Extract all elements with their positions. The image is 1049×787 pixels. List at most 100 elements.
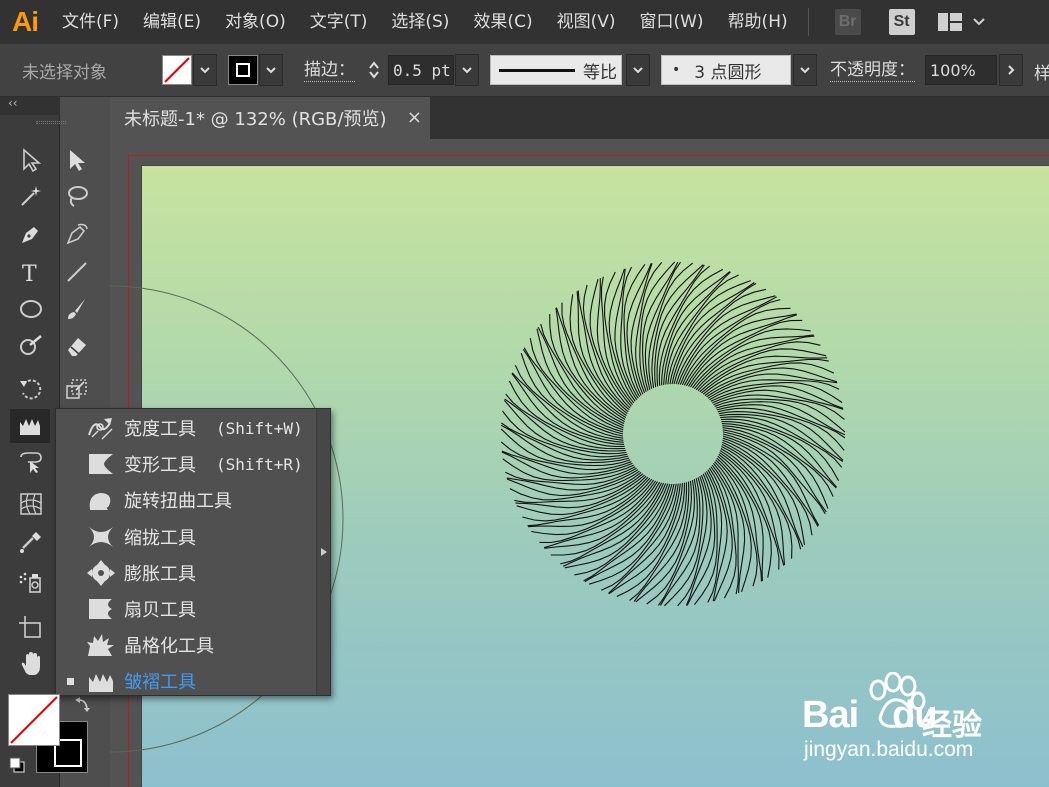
width-tool-icon (86, 414, 116, 442)
shaper-tool[interactable] (14, 329, 48, 363)
menu-item-4[interactable]: 选择(S) (379, 0, 461, 44)
flyout-item-twirl-tool[interactable]: 旋转扭曲工具 (56, 482, 318, 518)
line-segment-tool[interactable] (60, 255, 94, 289)
opacity-flyout-button[interactable] (999, 54, 1023, 86)
chevron-down-icon (972, 18, 985, 26)
collapse-icon[interactable]: ‹‹ (8, 96, 18, 110)
default-colors-icon[interactable] (8, 756, 26, 779)
width-profile-dropdown[interactable] (626, 54, 650, 86)
chevron-down-icon (633, 67, 643, 74)
flyout-item-crystallize-tool[interactable]: 晶格化工具 (56, 627, 318, 663)
stroke-label[interactable]: 描边： (304, 59, 355, 82)
pen-tool[interactable] (14, 217, 48, 251)
flyout-item-label: 膨胀工具 (124, 563, 196, 585)
document-tab-bar: 未标题-1* @ 132% (RGB/预览) × (110, 97, 1049, 139)
eyedropper-icon (20, 532, 41, 553)
mesh-icon (20, 493, 42, 515)
menu-bar: Ai 文件(F) 编辑(E) 对象(O) 文字(T) 选择(S) 效果(C) 视图(V) 窗口… (0, 0, 1049, 44)
flyout-item-width-tool[interactable]: 宽度工具 (Shift+W) (56, 410, 318, 446)
menu-item-2[interactable]: 对象(O) (213, 0, 298, 44)
flyout-item-scallop-tool[interactable]: 扇贝工具 (56, 591, 318, 627)
watermark-brand-prefix: Bai (802, 694, 859, 736)
magic-wand-tool[interactable] (14, 179, 48, 213)
toolbox-grip[interactable] (36, 121, 66, 124)
bridge-button[interactable]: Br (834, 9, 861, 35)
stock-button[interactable]: St (888, 9, 915, 35)
pucker-tool-icon (86, 523, 116, 551)
lasso-tool[interactable] (60, 179, 94, 213)
flyout-item-bloat-tool[interactable]: 膨胀工具 (56, 555, 318, 591)
brush-dot-icon: • (672, 62, 681, 78)
magic-wand-icon (21, 186, 41, 206)
ellipse-tool[interactable] (14, 292, 48, 326)
flyout-item-label: 旋转扭曲工具 (124, 491, 232, 513)
profile-label: 等比 (583, 62, 617, 83)
flyout-item-label: 变形工具 (124, 455, 196, 477)
flyout-tearoff-strip[interactable] (316, 409, 330, 695)
stroke-weight-dropdown[interactable] (455, 54, 479, 86)
flyout-item-shortcut: (Shift+W) (216, 418, 303, 438)
artboard-tool[interactable] (14, 610, 48, 644)
curvature-tool[interactable] (60, 217, 94, 251)
brush-label: 3 点圆形 (694, 62, 762, 83)
flyout-item-wrinkle-tool[interactable]: 皱褶工具 (56, 663, 318, 699)
reshape-tools-flyout: 宽度工具 (Shift+W) 变形工具 (Shift+R) 旋转扭曲工具 缩拢工具膨胀工具… (55, 408, 331, 696)
style-label[interactable]: 样 (1034, 59, 1049, 84)
menu-item-0[interactable]: 文件(F) (50, 0, 131, 44)
scale-tool[interactable] (60, 372, 94, 406)
toolbox-header[interactable]: ‹‹ (0, 96, 60, 115)
toolbox: ‹‹ T (0, 96, 90, 787)
stroke-weight-stepper[interactable] (362, 54, 386, 86)
menu-item-1[interactable]: 编辑(E) (131, 0, 213, 44)
wrinkle-icon (20, 419, 40, 435)
selection-tool[interactable] (14, 143, 48, 177)
document-tab[interactable]: 未标题-1* @ 132% (RGB/预览) × (110, 97, 430, 139)
no-fill-icon (10, 696, 58, 744)
type-tool[interactable]: T (14, 255, 48, 289)
paintbrush-tool[interactable] (60, 292, 94, 326)
opacity-label[interactable]: 不透明度： (830, 59, 915, 82)
workspace-switcher[interactable] (937, 12, 989, 32)
brush-definition-select[interactable]: • 3 点圆形 (661, 55, 791, 85)
eyedropper-tool[interactable] (14, 525, 48, 559)
flyout-item-warp-tool[interactable]: 变形工具 (Shift+R) (56, 446, 318, 482)
rotate-tool[interactable] (14, 372, 48, 406)
wrinkle-tool-active[interactable] (10, 409, 50, 443)
flyout-item-pucker-tool[interactable]: 缩拢工具 (56, 519, 318, 555)
brush-dropdown[interactable] (793, 54, 817, 86)
ellipse-icon (20, 300, 42, 318)
fill-color-box[interactable] (8, 694, 60, 746)
hand-tool[interactable] (14, 647, 48, 681)
chevron-down-icon (266, 67, 276, 74)
menu-item-5[interactable]: 效果(C) (461, 0, 544, 44)
pen-nib-icon (22, 227, 38, 243)
control-bar: 未选择对象 描边： 0.5 pt 等比 • 3 点圆形 不透明度： 100% 样 (0, 44, 1049, 97)
direct-selection-tool[interactable] (60, 143, 94, 177)
flyout-item-label: 缩拢工具 (124, 527, 196, 549)
wrinkled-ring-shape[interactable] (500, 261, 846, 607)
stroke-swatch[interactable] (228, 55, 258, 85)
menu-item-7[interactable]: 窗口(W) (627, 0, 715, 44)
menu-item-6[interactable]: 视图(V) (545, 0, 628, 44)
eraser-tool[interactable] (60, 329, 94, 363)
close-icon[interactable]: × (407, 107, 422, 128)
mesh-tool[interactable] (14, 487, 48, 521)
watermark-brand: Bai du (802, 694, 938, 737)
width-profile-select[interactable]: 等比 (490, 55, 622, 85)
symbol-sprayer-tool[interactable] (14, 565, 48, 599)
flyout-item-label: 宽度工具 (124, 419, 196, 440)
flyout-item-label: 扇贝工具 (124, 600, 196, 621)
free-transform-tool[interactable] (14, 445, 48, 479)
flyout-item-label: 皱褶工具 (124, 672, 196, 694)
menu-item-3[interactable]: 文字(T) (298, 0, 380, 44)
opacity-input[interactable]: 100% (925, 55, 997, 85)
stroke-weight-input[interactable]: 0.5 pt (388, 55, 454, 85)
fill-dropdown[interactable] (193, 54, 217, 86)
chevron-right-icon (321, 548, 327, 556)
menu-item-8[interactable]: 帮助(H) (716, 0, 800, 44)
stroke-dropdown[interactable] (259, 54, 283, 86)
free-transform-icon (20, 452, 42, 473)
hand-icon (21, 652, 40, 675)
fill-swatch[interactable] (162, 55, 192, 85)
type-t-icon: T (22, 262, 37, 285)
